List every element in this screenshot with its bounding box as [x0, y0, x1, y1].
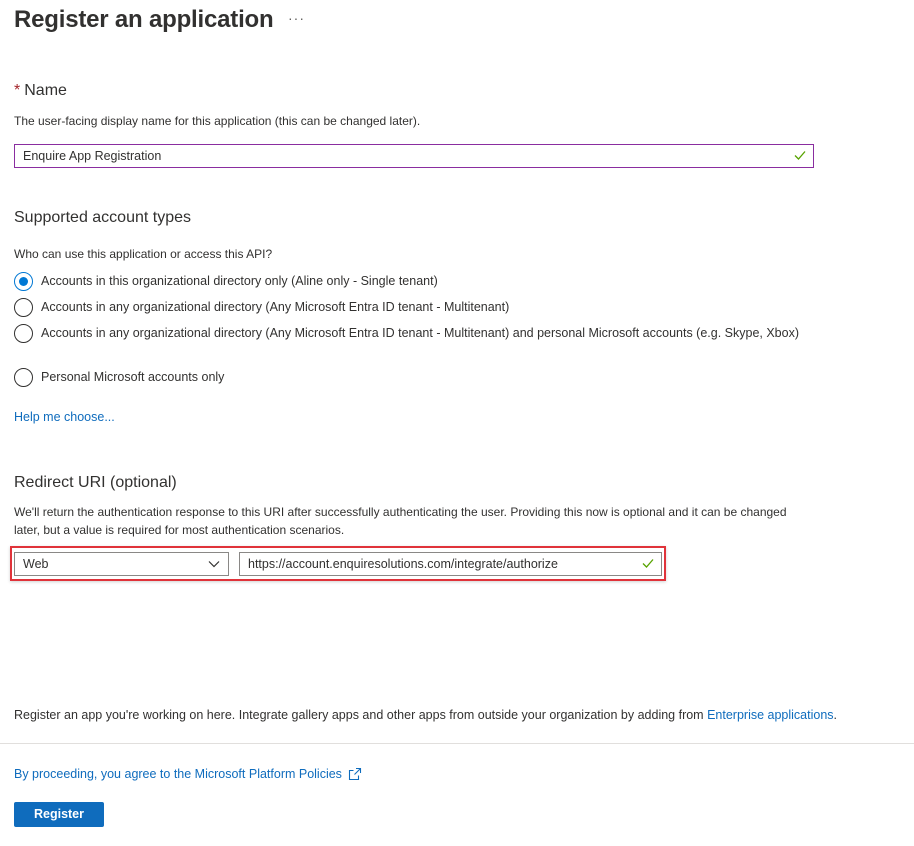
account-types-question: Who can use this application or access t… [14, 247, 273, 261]
radio-label: Accounts in this organizational director… [41, 274, 438, 288]
account-types-heading: Supported account types [14, 209, 192, 226]
register-note-end: . [833, 708, 838, 722]
checkmark-icon [794, 151, 806, 160]
account-option-single-tenant[interactable]: Accounts in this organizational director… [14, 272, 811, 291]
help-me-choose-link[interactable]: Help me choose... [14, 410, 115, 424]
redirect-uri-input[interactable]: https://account.enquiresolutions.com/int… [239, 552, 662, 576]
platform-policies-link[interactable]: By proceeding, you agree to the Microsof… [14, 767, 342, 781]
radio-button[interactable] [14, 298, 33, 317]
platform-policies[interactable]: By proceeding, you agree to the Microsof… [14, 767, 362, 781]
external-link-icon [348, 767, 361, 781]
account-option-multitenant[interactable]: Accounts in any organizational directory… [14, 298, 811, 317]
more-options-icon[interactable]: ··· [288, 10, 305, 26]
checkmark-icon [642, 559, 654, 568]
radio-label: Personal Microsoft accounts only [41, 370, 225, 384]
radio-label: Accounts in any organizational directory… [41, 300, 510, 314]
register-note-text: Register an app you're working on here. … [14, 708, 708, 722]
name-input-value: Enquire App Registration [23, 149, 162, 163]
name-input[interactable]: Enquire App Registration [14, 144, 814, 168]
account-option-personal-only[interactable]: Personal Microsoft accounts only [14, 368, 811, 387]
register-button[interactable]: Register [14, 802, 104, 827]
platform-value: Web [23, 557, 49, 571]
radio-button[interactable] [14, 324, 33, 343]
page-title: Register an application [14, 6, 274, 33]
name-description: The user-facing display name for this ap… [14, 114, 421, 128]
radio-label: Accounts in any organizational directory… [41, 326, 799, 340]
divider [0, 743, 914, 744]
required-marker: * [14, 82, 21, 99]
redirect-uri-value: https://account.enquiresolutions.com/int… [248, 557, 558, 571]
redirect-description: We'll return the authentication response… [14, 505, 787, 537]
chevron-down-icon [208, 561, 220, 568]
platform-dropdown[interactable]: Web [14, 552, 229, 576]
name-heading-label: Name [24, 82, 67, 99]
radio-button[interactable] [14, 272, 33, 291]
name-heading: * Name [14, 82, 67, 100]
redirect-heading: Redirect URI (optional) [14, 474, 177, 491]
register-note: Register an app you're working on here. … [14, 708, 837, 722]
account-option-multitenant-personal[interactable]: Accounts in any organizational directory… [14, 324, 811, 343]
enterprise-applications-link[interactable]: Enterprise applications [707, 708, 833, 722]
radio-button[interactable] [14, 368, 33, 387]
